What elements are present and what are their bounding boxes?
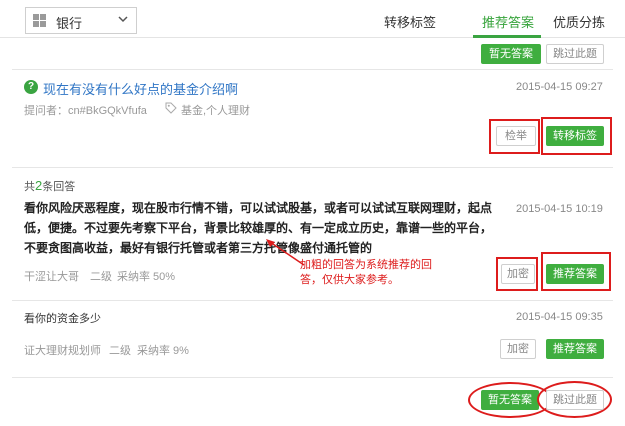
answer-date: 2015-04-15 09:35 xyxy=(516,311,603,323)
annotation-note: 加粗的回答为系统推荐的回答，仅供大家参考。 xyxy=(300,259,432,286)
tab-quality-sort[interactable]: 优质分拣 xyxy=(553,12,605,31)
category-label: 银行 xyxy=(56,16,83,31)
answer-level: 二级 xyxy=(109,345,131,357)
recommend-answer-button[interactable]: 推荐答案 xyxy=(546,264,604,284)
recommend-answer-button[interactable]: 推荐答案 xyxy=(546,339,604,359)
chevron-down-icon xyxy=(118,16,128,23)
divider xyxy=(12,69,613,70)
tag-icon xyxy=(165,102,177,114)
divider xyxy=(12,377,613,378)
answer-adopt-rate: 采纳率 9% xyxy=(137,345,189,357)
answer-author: 干涩让大哥 xyxy=(24,271,79,283)
answer-author: 证大理财规划师 xyxy=(24,345,101,357)
report-button[interactable]: 检举 xyxy=(496,126,536,146)
active-tab-indicator xyxy=(473,35,541,38)
answer-text: 看你的资金多少 xyxy=(24,313,101,325)
question-asker: 提问者：cn#BkGQkVfufa xyxy=(24,105,147,117)
question-tags: 基金,个人理财 xyxy=(181,105,251,117)
top-bar: 银行 转移标签 推荐答案 优质分拣 xyxy=(0,0,625,38)
no-answer-button[interactable]: 暂无答案 xyxy=(481,44,541,64)
encrypt-button[interactable]: 加密 xyxy=(500,339,536,359)
skip-button[interactable]: 跳过此题 xyxy=(546,390,604,410)
tab-recommended-answer[interactable]: 推荐答案 xyxy=(482,12,534,31)
question-title[interactable]: 现在有没有什么好点的基金介绍啊 xyxy=(43,79,238,98)
divider xyxy=(12,167,613,168)
answer-adopt-rate: 采纳率 50% xyxy=(117,271,176,283)
move-tag-button[interactable]: 转移标签 xyxy=(546,126,604,146)
no-answer-button[interactable]: 暂无答案 xyxy=(481,390,539,410)
skip-button[interactable]: 跳过此题 xyxy=(546,44,604,64)
category-dropdown[interactable]: 银行 xyxy=(25,7,137,34)
recommended-answer-text: 看你风险厌恶程度，现在股市行情不错，可以试试股基，或者可以试试互联网理财，起点低… xyxy=(24,201,493,255)
answer-date: 2015-04-15 10:19 xyxy=(516,203,603,215)
question-date: 2015-04-15 09:27 xyxy=(516,81,603,93)
answer-level: 二级 xyxy=(90,271,112,283)
encrypt-button[interactable]: 加密 xyxy=(501,264,535,284)
tab-move-tag[interactable]: 转移标签 xyxy=(384,12,436,31)
question-icon: ? xyxy=(24,80,38,94)
divider xyxy=(12,300,613,301)
grid-icon xyxy=(33,14,46,27)
answer-count: 共2条回答 xyxy=(24,178,76,193)
